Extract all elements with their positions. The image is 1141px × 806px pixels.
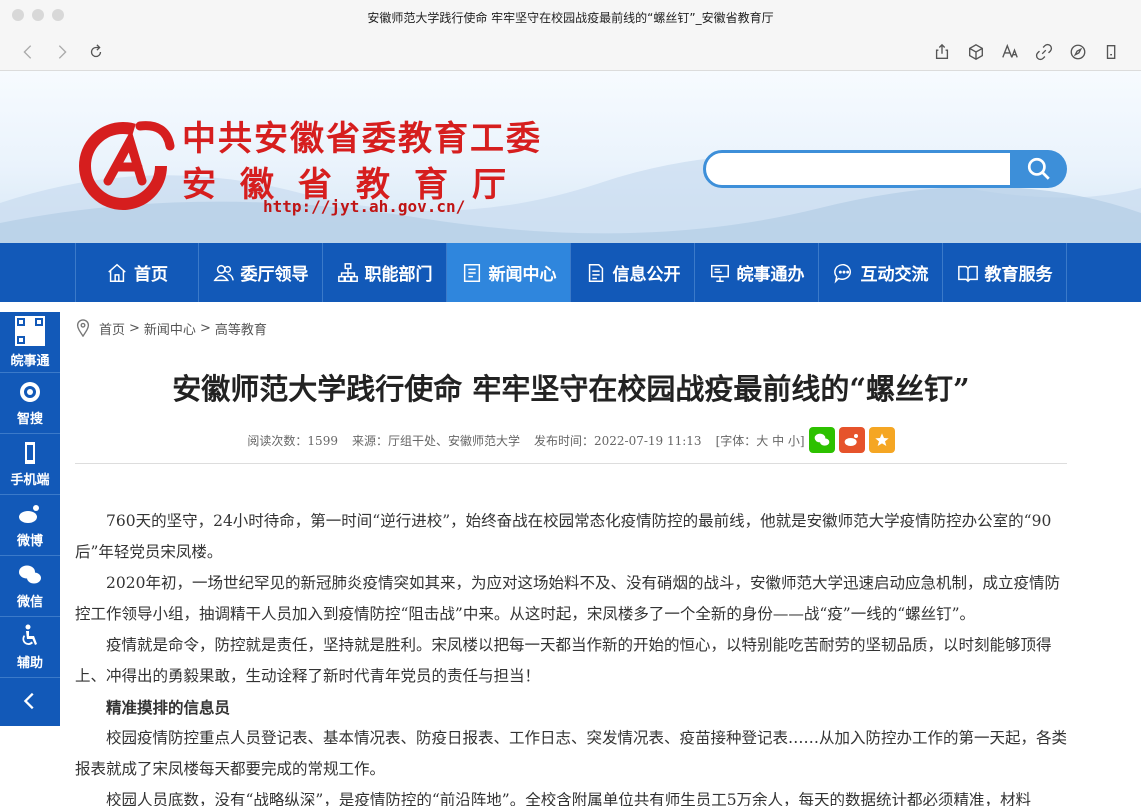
nav-label: 信息公开 <box>612 265 681 285</box>
wechat-icon <box>19 565 41 583</box>
main-nav: 首页 委厅领导 职能部门 新闻中心 信息公开 皖事通办 互动交流 教育服务 <box>0 243 1141 302</box>
nav-label: 委厅领导 <box>240 265 309 285</box>
divider <box>75 463 1067 464</box>
sidebar-item-weibo[interactable]: 微博 <box>0 495 60 556</box>
article-source: 来源：厅组干处、安徽师范大学 <box>351 433 520 448</box>
sidebar-item-label: 微博 <box>16 533 43 549</box>
breadcrumb: 首页 > 新闻中心 > 高等教育 <box>75 318 271 338</box>
wechat-icon <box>814 433 829 446</box>
breadcrumb-separator: > <box>129 320 140 336</box>
forward-icon[interactable] <box>50 40 74 64</box>
weibo-icon <box>19 504 39 523</box>
sidebar-item-smart-search[interactable]: 智搜 <box>0 373 60 434</box>
nav-label: 皖事通办 <box>736 265 805 285</box>
location-pin-icon <box>76 319 90 337</box>
org-name-line1: 中共安徽省委教育工委 <box>182 119 542 159</box>
sidebar-collapse-button[interactable] <box>0 678 60 724</box>
search-button[interactable] <box>1010 150 1067 188</box>
breadcrumb-higher-education[interactable]: 高等教育 <box>215 319 267 338</box>
font-size-switcher[interactable]: [字体：大 中 小] <box>716 432 805 449</box>
article-paragraph: 校园人员底数，没有“战略纵深”，是疫情防控的“前沿阵地”。全校含附属单位共有师生… <box>106 791 1032 806</box>
nav-label: 互动交流 <box>860 265 929 285</box>
org-chart-icon <box>337 262 358 282</box>
sidebar-item-mobile[interactable]: 手机端 <box>0 434 60 495</box>
qr-code-icon <box>15 315 45 346</box>
breadcrumb-home[interactable]: 首页 <box>99 319 125 338</box>
share-wechat-button[interactable] <box>808 427 835 453</box>
nav-item-interaction[interactable]: 互动交流 <box>819 243 943 302</box>
site-url: http://jyt.ah.gov.cn/ <box>263 197 466 216</box>
book-icon <box>957 265 978 282</box>
browser-title-bar: 安徽师范大学践行使命 牢牢坚守在校园战疫最前线的“螺丝钉”_安徽省教育厅 <box>0 0 1141 34</box>
nav-label: 职能部门 <box>364 265 433 285</box>
chat-icon <box>833 263 851 283</box>
nav-item-news-center[interactable]: 新闻中心 <box>447 243 571 302</box>
read-count: 阅读次数：1599 <box>247 433 338 448</box>
sidebar-item-label: 辅助 <box>16 655 43 671</box>
article-paragraph: 校园疫情防控重点人员登记表、基本情况表、防疫日报表、工作日志、突发情况表、疫苗接… <box>75 729 1068 778</box>
site-logo-icon <box>79 121 175 210</box>
article-subheading: 精准摸排的信息员 <box>106 698 231 717</box>
search-icon <box>1027 157 1050 180</box>
news-icon <box>463 263 480 282</box>
publish-time: 发布时间：2022-07-19 11:13 <box>533 433 702 448</box>
sidebar-item-wanshitong[interactable]: 皖事通 <box>0 312 60 373</box>
share-weibo-button[interactable] <box>838 427 865 453</box>
sidebar-item-accessibility[interactable]: 辅助 <box>0 617 60 678</box>
people-icon <box>212 264 234 281</box>
nav-label: 新闻中心 <box>488 265 557 285</box>
favorite-button[interactable] <box>868 427 895 453</box>
breadcrumb-separator: > <box>199 320 211 336</box>
star-icon <box>874 433 889 446</box>
nav-label: 教育服务 <box>984 265 1053 285</box>
text-size-icon[interactable] <box>998 40 1022 64</box>
cube-icon[interactable] <box>964 40 988 64</box>
breadcrumb-news-center[interactable]: 新闻中心 <box>144 319 196 338</box>
nav-item-leaders[interactable]: 委厅领导 <box>199 243 323 302</box>
nav-item-departments[interactable]: 职能部门 <box>323 243 447 302</box>
share-icon[interactable] <box>930 40 954 64</box>
profile-icon[interactable] <box>1100 40 1124 64</box>
chevron-left-icon <box>23 692 34 710</box>
weibo-icon <box>844 434 858 446</box>
article-title: 安徽师范大学践行使命 牢牢坚守在校园战疫最前线的“螺丝钉” <box>172 372 970 406</box>
nav-item-education-services[interactable]: 教育服务 <box>943 243 1067 302</box>
window-title: 安徽师范大学践行使命 牢牢坚守在校园战疫最前线的“螺丝钉”_安徽省教育厅 <box>367 11 774 25</box>
phone-icon <box>25 441 35 464</box>
home-icon <box>108 263 126 282</box>
sidebar-item-label: 皖事通 <box>10 353 50 369</box>
back-icon[interactable] <box>16 40 40 64</box>
sidebar-item-label: 智搜 <box>16 411 43 427</box>
article-paragraph: 2020年初，一场世纪罕见的新冠肺炎疫情突如其来，为应对这场始料不及、没有硝烟的… <box>75 574 1060 623</box>
link-icon[interactable] <box>1032 40 1056 64</box>
compass-icon[interactable] <box>1066 40 1090 64</box>
nav-label: 首页 <box>134 265 168 285</box>
smart-search-icon <box>20 381 40 402</box>
sidebar-item-label: 微信 <box>16 594 43 610</box>
accessibility-icon <box>22 624 37 645</box>
browser-toolbar <box>0 34 1141 71</box>
nav-item-home[interactable]: 首页 <box>75 243 199 302</box>
reload-icon[interactable] <box>84 40 108 64</box>
article-paragraph: 疫情就是命令，防控就是责任，坚持就是胜利。宋凤楼以把每一天都当作新的开始的恒心，… <box>75 636 1052 685</box>
article-paragraph: 760天的坚守，24小时待命，第一时间“逆行进校”，始终奋战在校园常态化疫情防控… <box>75 512 1052 561</box>
sidebar-item-wechat[interactable]: 微信 <box>0 556 60 617</box>
search-input[interactable] <box>703 150 1013 188</box>
floating-sidebar: 皖事通 智搜 手机端 微博 微信 辅助 <box>0 312 60 726</box>
sidebar-item-label: 手机端 <box>10 472 50 488</box>
nav-item-wanshitong[interactable]: 皖事通办 <box>695 243 819 302</box>
site-header-banner: 中共安徽省委教育工委 安徽省教育厅 http://jyt.ah.gov.cn/ <box>0 71 1141 243</box>
document-icon <box>588 263 603 282</box>
article-body: 760天的坚守，24小时待命，第一时间“逆行进校”，始终奋战在校园常态化疫情防控… <box>75 506 1067 806</box>
nav-item-info-disclosure[interactable]: 信息公开 <box>571 243 695 302</box>
monitor-icon <box>710 264 729 282</box>
article-meta: 阅读次数：1599 来源：厅组干处、安徽师范大学 发布时间：2022-07-19… <box>75 427 1067 453</box>
